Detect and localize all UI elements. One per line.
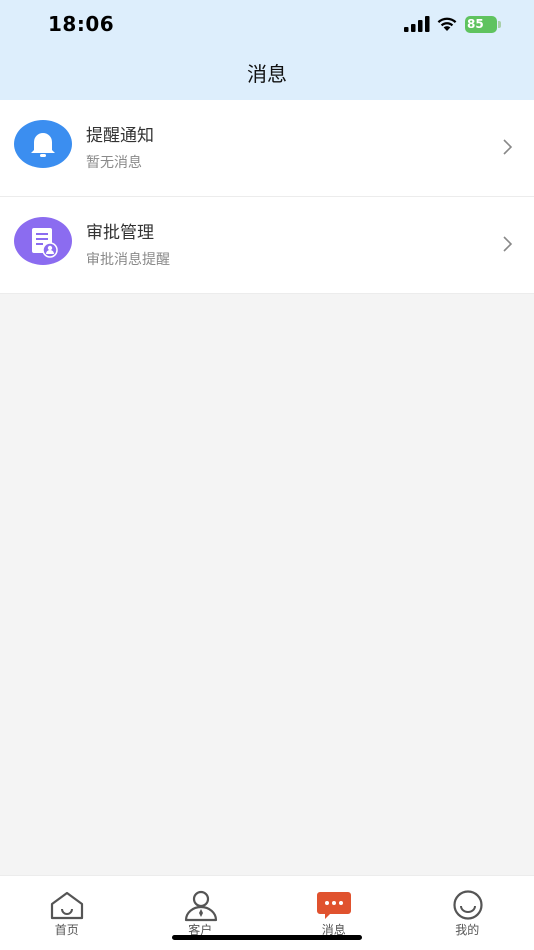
message-list: 提醒通知 暂无消息 审批管理 审批消息提醒 (0, 100, 534, 294)
message-item-subtitle: 暂无消息 (86, 155, 142, 171)
message-item-title: 审批管理 (86, 223, 154, 243)
status-bar: 18:06 85 (0, 0, 534, 50)
tab-label: 我的 (455, 923, 480, 937)
message-icon (317, 892, 351, 919)
wifi-icon (437, 17, 457, 31)
top-header: 18:06 85 消息 (0, 0, 534, 100)
tab-label: 首页 (54, 923, 79, 937)
tab-profile[interactable]: 我的 (401, 876, 534, 950)
bell-icon (14, 120, 72, 168)
battery-tip (498, 21, 501, 28)
chevron-right-icon (503, 139, 513, 155)
home-indicator (172, 935, 362, 940)
home-icon (50, 891, 84, 920)
message-item-subtitle: 审批消息提醒 (86, 252, 170, 268)
customer-icon (184, 890, 217, 922)
approval-document-icon (14, 217, 72, 265)
message-item-approval[interactable]: 审批管理 审批消息提醒 (0, 197, 534, 294)
profile-smile-icon (452, 890, 483, 920)
battery-level: 85 (465, 16, 497, 33)
battery-indicator: 85 (465, 16, 501, 33)
page-title: 消息 (247, 62, 287, 86)
message-item-title: 提醒通知 (86, 126, 154, 146)
chevron-right-icon (503, 236, 513, 252)
message-item-reminder[interactable]: 提醒通知 暂无消息 (0, 100, 534, 197)
status-time: 18:06 (48, 12, 115, 36)
cellular-signal-icon (404, 16, 430, 32)
tab-home[interactable]: 首页 (0, 876, 134, 950)
